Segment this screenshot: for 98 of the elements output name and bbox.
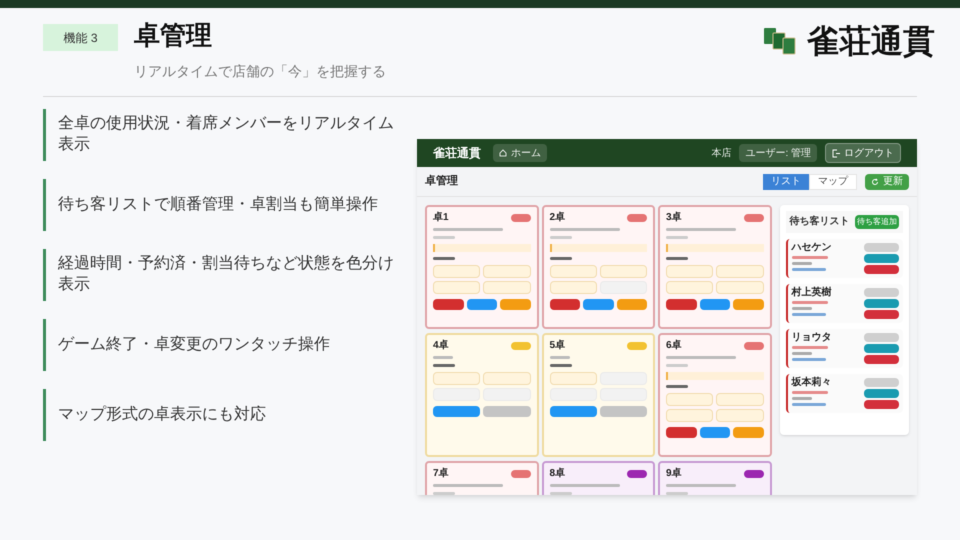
blurred-text-line (433, 257, 455, 260)
action-button[interactable] (550, 299, 580, 310)
action-button[interactable] (550, 406, 597, 417)
action-button[interactable] (864, 265, 899, 274)
logout-button[interactable]: ログアウト (825, 143, 901, 163)
action-button[interactable] (864, 355, 899, 364)
blurred-text-line (550, 364, 572, 367)
view-tab[interactable]: マップ (809, 174, 857, 190)
action-button[interactable] (466, 299, 497, 310)
blurred-text-line (550, 356, 570, 359)
blurred-text-line (792, 346, 828, 349)
action-button[interactable] (864, 254, 899, 263)
feature-item: ゲーム終了・卓変更のワンタッチ操作 (43, 319, 405, 371)
blurred-text-line (433, 484, 503, 487)
add-guest-button[interactable]: 待ち客追加 (855, 215, 899, 229)
status-pill (627, 214, 647, 222)
blurred-text-line (666, 364, 688, 367)
user-button[interactable]: ユーザー: 管理 (739, 144, 817, 162)
blurred-text-line (792, 358, 826, 361)
blurred-text-line (792, 352, 812, 355)
action-button[interactable] (500, 299, 530, 310)
status-pill (510, 342, 530, 350)
status-pill (510, 470, 530, 478)
table-name: 6卓 (666, 341, 682, 351)
blurred-text-line (792, 403, 826, 406)
blurred-text-line (792, 262, 812, 265)
page-title: 卓管理 (425, 174, 458, 190)
waitlist-title: 待ち客リスト (790, 217, 850, 227)
guest-name: 坂本莉々 (792, 378, 832, 388)
app-logo: 雀荘通貫 (433, 145, 481, 162)
blurred-text-line (550, 228, 620, 231)
brand-logo: 雀荘通貫 (807, 21, 935, 62)
action-button[interactable] (666, 299, 696, 310)
action-button[interactable] (700, 427, 730, 438)
blurred-text-line (666, 385, 688, 388)
feature-item: マップ形式の卓表示にも対応 (43, 389, 405, 441)
exit-icon (832, 148, 840, 158)
feature-item: 全卓の使用状況・着席メンバーをリアルタイム表示 (43, 109, 405, 161)
blurred-text-line (433, 236, 455, 239)
guest-name: リョウタ (792, 333, 832, 343)
home-button[interactable]: ホーム (493, 144, 547, 162)
slide-subtitle: リアルタイムで店舗の「今」を把握する (134, 62, 386, 81)
blurred-text-line (550, 236, 572, 239)
action-button[interactable] (733, 427, 764, 438)
status-pill (627, 470, 647, 478)
refresh-icon (871, 178, 879, 186)
blurred-text-line (433, 356, 453, 359)
table-name: 5卓 (550, 341, 566, 351)
status-pill (744, 470, 764, 478)
action-button[interactable] (864, 400, 899, 409)
home-icon (499, 149, 507, 157)
blurred-text-line (666, 257, 688, 260)
status-pill (744, 214, 764, 222)
view-tab[interactable]: リスト (763, 174, 809, 190)
blurred-text-line (792, 397, 812, 400)
blurred-text-line (666, 484, 736, 487)
table-name: 卓1 (433, 213, 449, 223)
action-button[interactable] (864, 310, 899, 319)
guest-name: ハセケン (792, 243, 832, 253)
blurred-text-line (666, 236, 688, 239)
action-button[interactable] (666, 427, 696, 438)
blurred-text-line (792, 307, 812, 310)
table-name: 3卓 (666, 213, 682, 223)
table-name: 8卓 (550, 469, 566, 479)
blurred-text-line (792, 268, 826, 271)
guest-name: 村上英樹 (792, 288, 832, 298)
table-name: 9卓 (666, 469, 682, 479)
table-name: 2卓 (550, 213, 566, 223)
blurred-text-line (792, 391, 828, 394)
blurred-text-line (550, 484, 620, 487)
status-pill (510, 214, 530, 222)
feature-item: 待ち客リストで順番管理・卓割当も簡単操作 (43, 179, 405, 231)
blurred-text-line (666, 356, 736, 359)
blurred-text-line (433, 228, 503, 231)
action-button[interactable] (733, 299, 764, 310)
feature-badge: 機能 3 (43, 24, 118, 51)
action-button[interactable] (583, 299, 614, 310)
action-button[interactable] (433, 406, 480, 417)
action-button[interactable] (433, 299, 464, 310)
status-pill (627, 342, 647, 350)
blurred-text-line (792, 256, 828, 259)
slide-title: 卓管理 (134, 19, 213, 52)
blurred-text-line (792, 313, 826, 316)
action-button[interactable] (700, 299, 730, 310)
action-button[interactable] (864, 299, 899, 308)
store-label: 本店 (711, 146, 732, 160)
blurred-text-line (792, 301, 828, 304)
action-button[interactable] (616, 299, 647, 310)
action-button[interactable] (864, 344, 899, 353)
feature-item: 経過時間・予約済・割当待ちなど状態を色分け表示 (43, 249, 405, 301)
action-button[interactable] (864, 389, 899, 398)
blurred-text-line (433, 364, 455, 367)
refresh-button[interactable]: 更新 (865, 174, 909, 190)
status-pill (744, 342, 764, 350)
table-name: 7卓 (433, 469, 449, 479)
blurred-text-line (666, 228, 736, 231)
table-name: 4卓 (433, 341, 449, 351)
blurred-text-line (550, 257, 572, 260)
